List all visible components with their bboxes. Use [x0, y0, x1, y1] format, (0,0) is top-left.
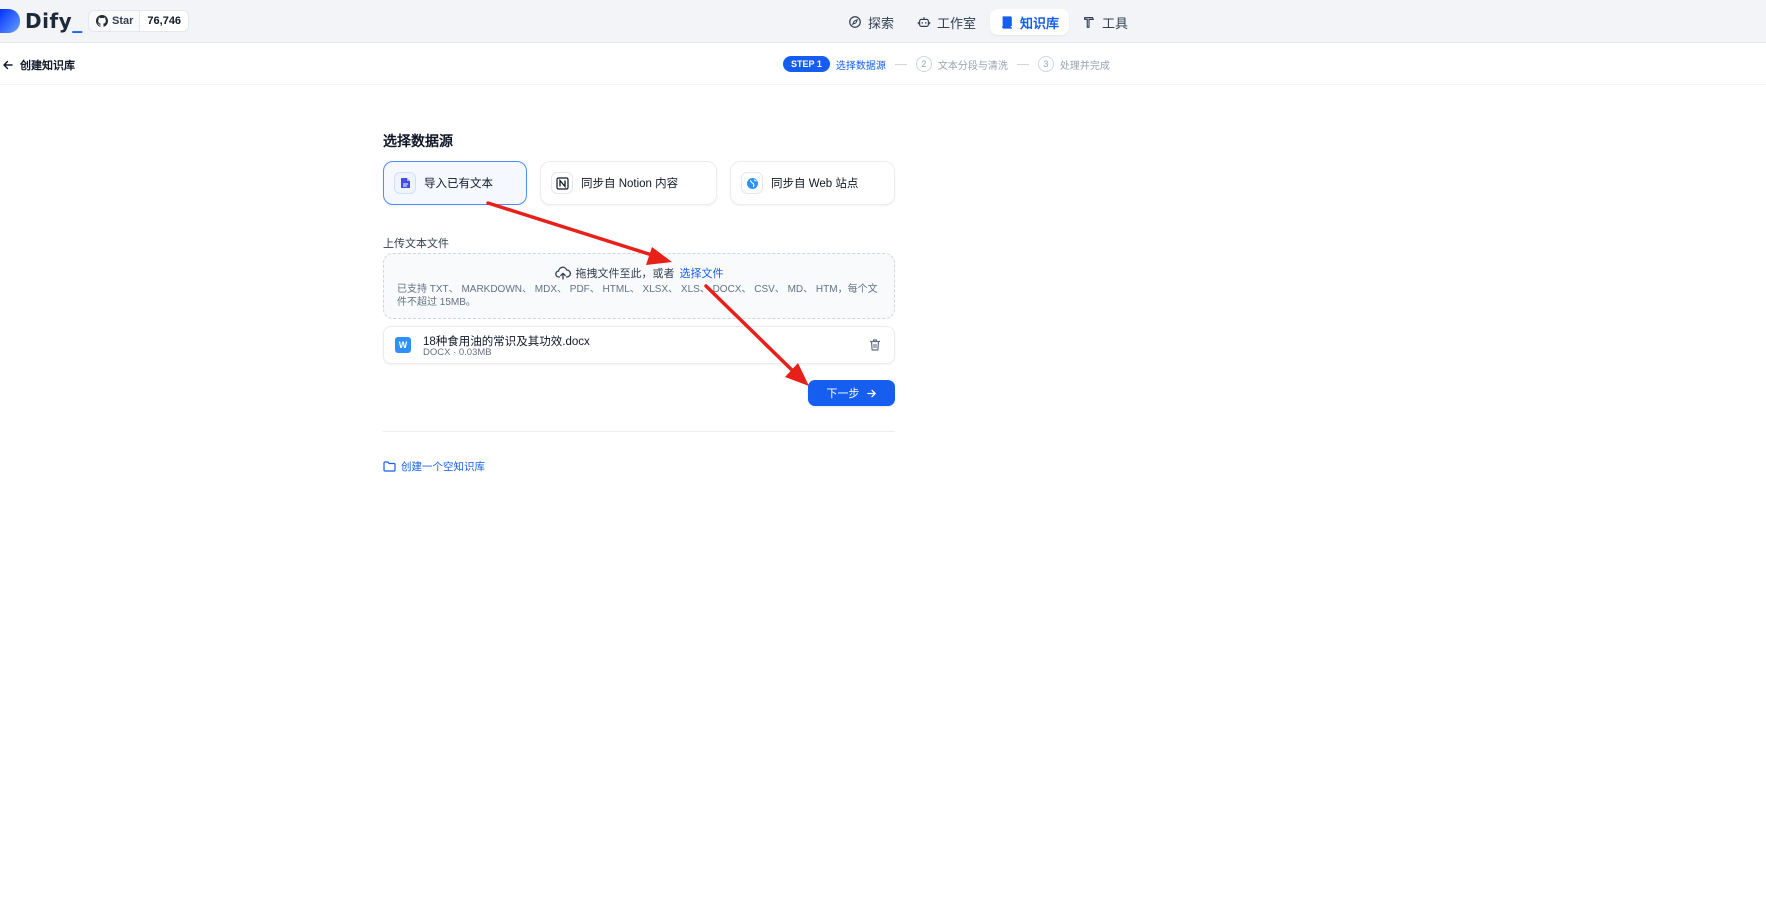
section-divider [383, 431, 895, 432]
section-title: 选择数据源 [383, 133, 453, 149]
notion-icon [551, 172, 573, 194]
create-empty-knowledge-link[interactable]: 创建一个空知识库 [383, 459, 485, 474]
file-dropzone[interactable]: 拖拽文件至此，或者 选择文件 已支持 TXT、 MARKDOWN、 MDX、 P… [383, 253, 895, 319]
dify-logo-icon [0, 9, 20, 33]
step-divider [894, 63, 907, 65]
brand-name: Dify_ [25, 9, 83, 33]
uploaded-file-item: W 18种食用油的常识及其功效.docx DOCX · 0.03MB [383, 326, 895, 364]
dropzone-prompt-text: 拖拽文件至此，或者 [575, 268, 675, 280]
book-icon [1002, 16, 1012, 29]
nav-studio-label: 工作室 [937, 15, 977, 31]
nav-knowledge-label: 知识库 [1020, 15, 1060, 31]
folder-icon [383, 461, 396, 472]
nav-studio[interactable]: 工作室 [907, 9, 986, 35]
next-step-label: 下一步 [826, 388, 860, 400]
github-icon [96, 15, 108, 27]
step1-label: 选择数据源 [835, 60, 886, 72]
step2-label: 文本分段与清洗 [937, 60, 1008, 72]
hammer-icon [1084, 17, 1094, 28]
trash-icon[interactable] [868, 338, 882, 352]
annotation-arrows [486, 201, 809, 386]
source-notion[interactable]: 同步自 Notion 内容 [540, 161, 717, 205]
globe-icon [741, 172, 763, 194]
nav-tools[interactable]: 工具 [1072, 9, 1138, 35]
step1-badge: STEP 1 [783, 56, 830, 72]
github-star-button[interactable]: Star [89, 11, 139, 31]
cloud-upload-icon [554, 266, 571, 280]
github-star-widget[interactable]: Star 76,746 [88, 10, 190, 32]
dropzone-prompt: 拖拽文件至此，或者 选择文件 [384, 265, 894, 281]
source-import-text[interactable]: 导入已有文本 [383, 161, 527, 205]
nav-explore-label: 探索 [868, 15, 895, 31]
source-web-site[interactable]: 同步自 Web 站点 [730, 161, 895, 205]
dify-logo[interactable]: Dify_ [0, 8, 83, 34]
file-meta: DOCX · 0.03MB [423, 347, 492, 358]
step-divider [1016, 63, 1029, 65]
step-indicator: STEP 1 选择数据源 2 文本分段与清洗 3 处理并完成 [783, 56, 1110, 72]
source-web-site-label: 同步自 Web 站点 [771, 178, 859, 190]
source-notion-label: 同步自 Notion 内容 [581, 178, 679, 190]
page-title: 创建知识库 [20, 60, 75, 72]
choose-file-link[interactable]: 选择文件 [680, 265, 724, 281]
github-star-label: Star [112, 15, 134, 27]
top-nav-bar: Dify_ Star 76,746 探索 工作室 知识库 工具 [0, 0, 1766, 43]
nav-tools-label: 工具 [1102, 15, 1129, 31]
source-import-text-label: 导入已有文本 [424, 178, 493, 190]
back-button[interactable]: 创建知识库 [2, 57, 75, 73]
arrow-right-icon [866, 389, 876, 397]
supported-formats-hint: 已支持 TXT、 MARKDOWN、 MDX、 PDF、 HTML、 XLSX、… [397, 284, 878, 308]
document-icon [394, 172, 416, 194]
upload-section-label: 上传文本文件 [383, 238, 449, 250]
nav-explore[interactable]: 探索 [838, 9, 904, 35]
step2-number: 2 [915, 56, 932, 72]
compass-icon [849, 16, 861, 28]
robot-icon [917, 17, 931, 27]
arrow-left-icon [3, 60, 13, 70]
create-knowledge-header: 创建知识库 STEP 1 选择数据源 2 文本分段与清洗 3 处理并完成 [0, 43, 1766, 85]
create-empty-knowledge-label: 创建一个空知识库 [401, 461, 485, 473]
nav-knowledge[interactable]: 知识库 [990, 9, 1070, 35]
step3-label: 处理并完成 [1059, 60, 1110, 72]
github-star-count[interactable]: 76,746 [139, 11, 189, 31]
next-step-button[interactable]: 下一步 [808, 380, 895, 406]
word-file-icon: W [395, 337, 411, 353]
step3-number: 3 [1037, 56, 1054, 72]
